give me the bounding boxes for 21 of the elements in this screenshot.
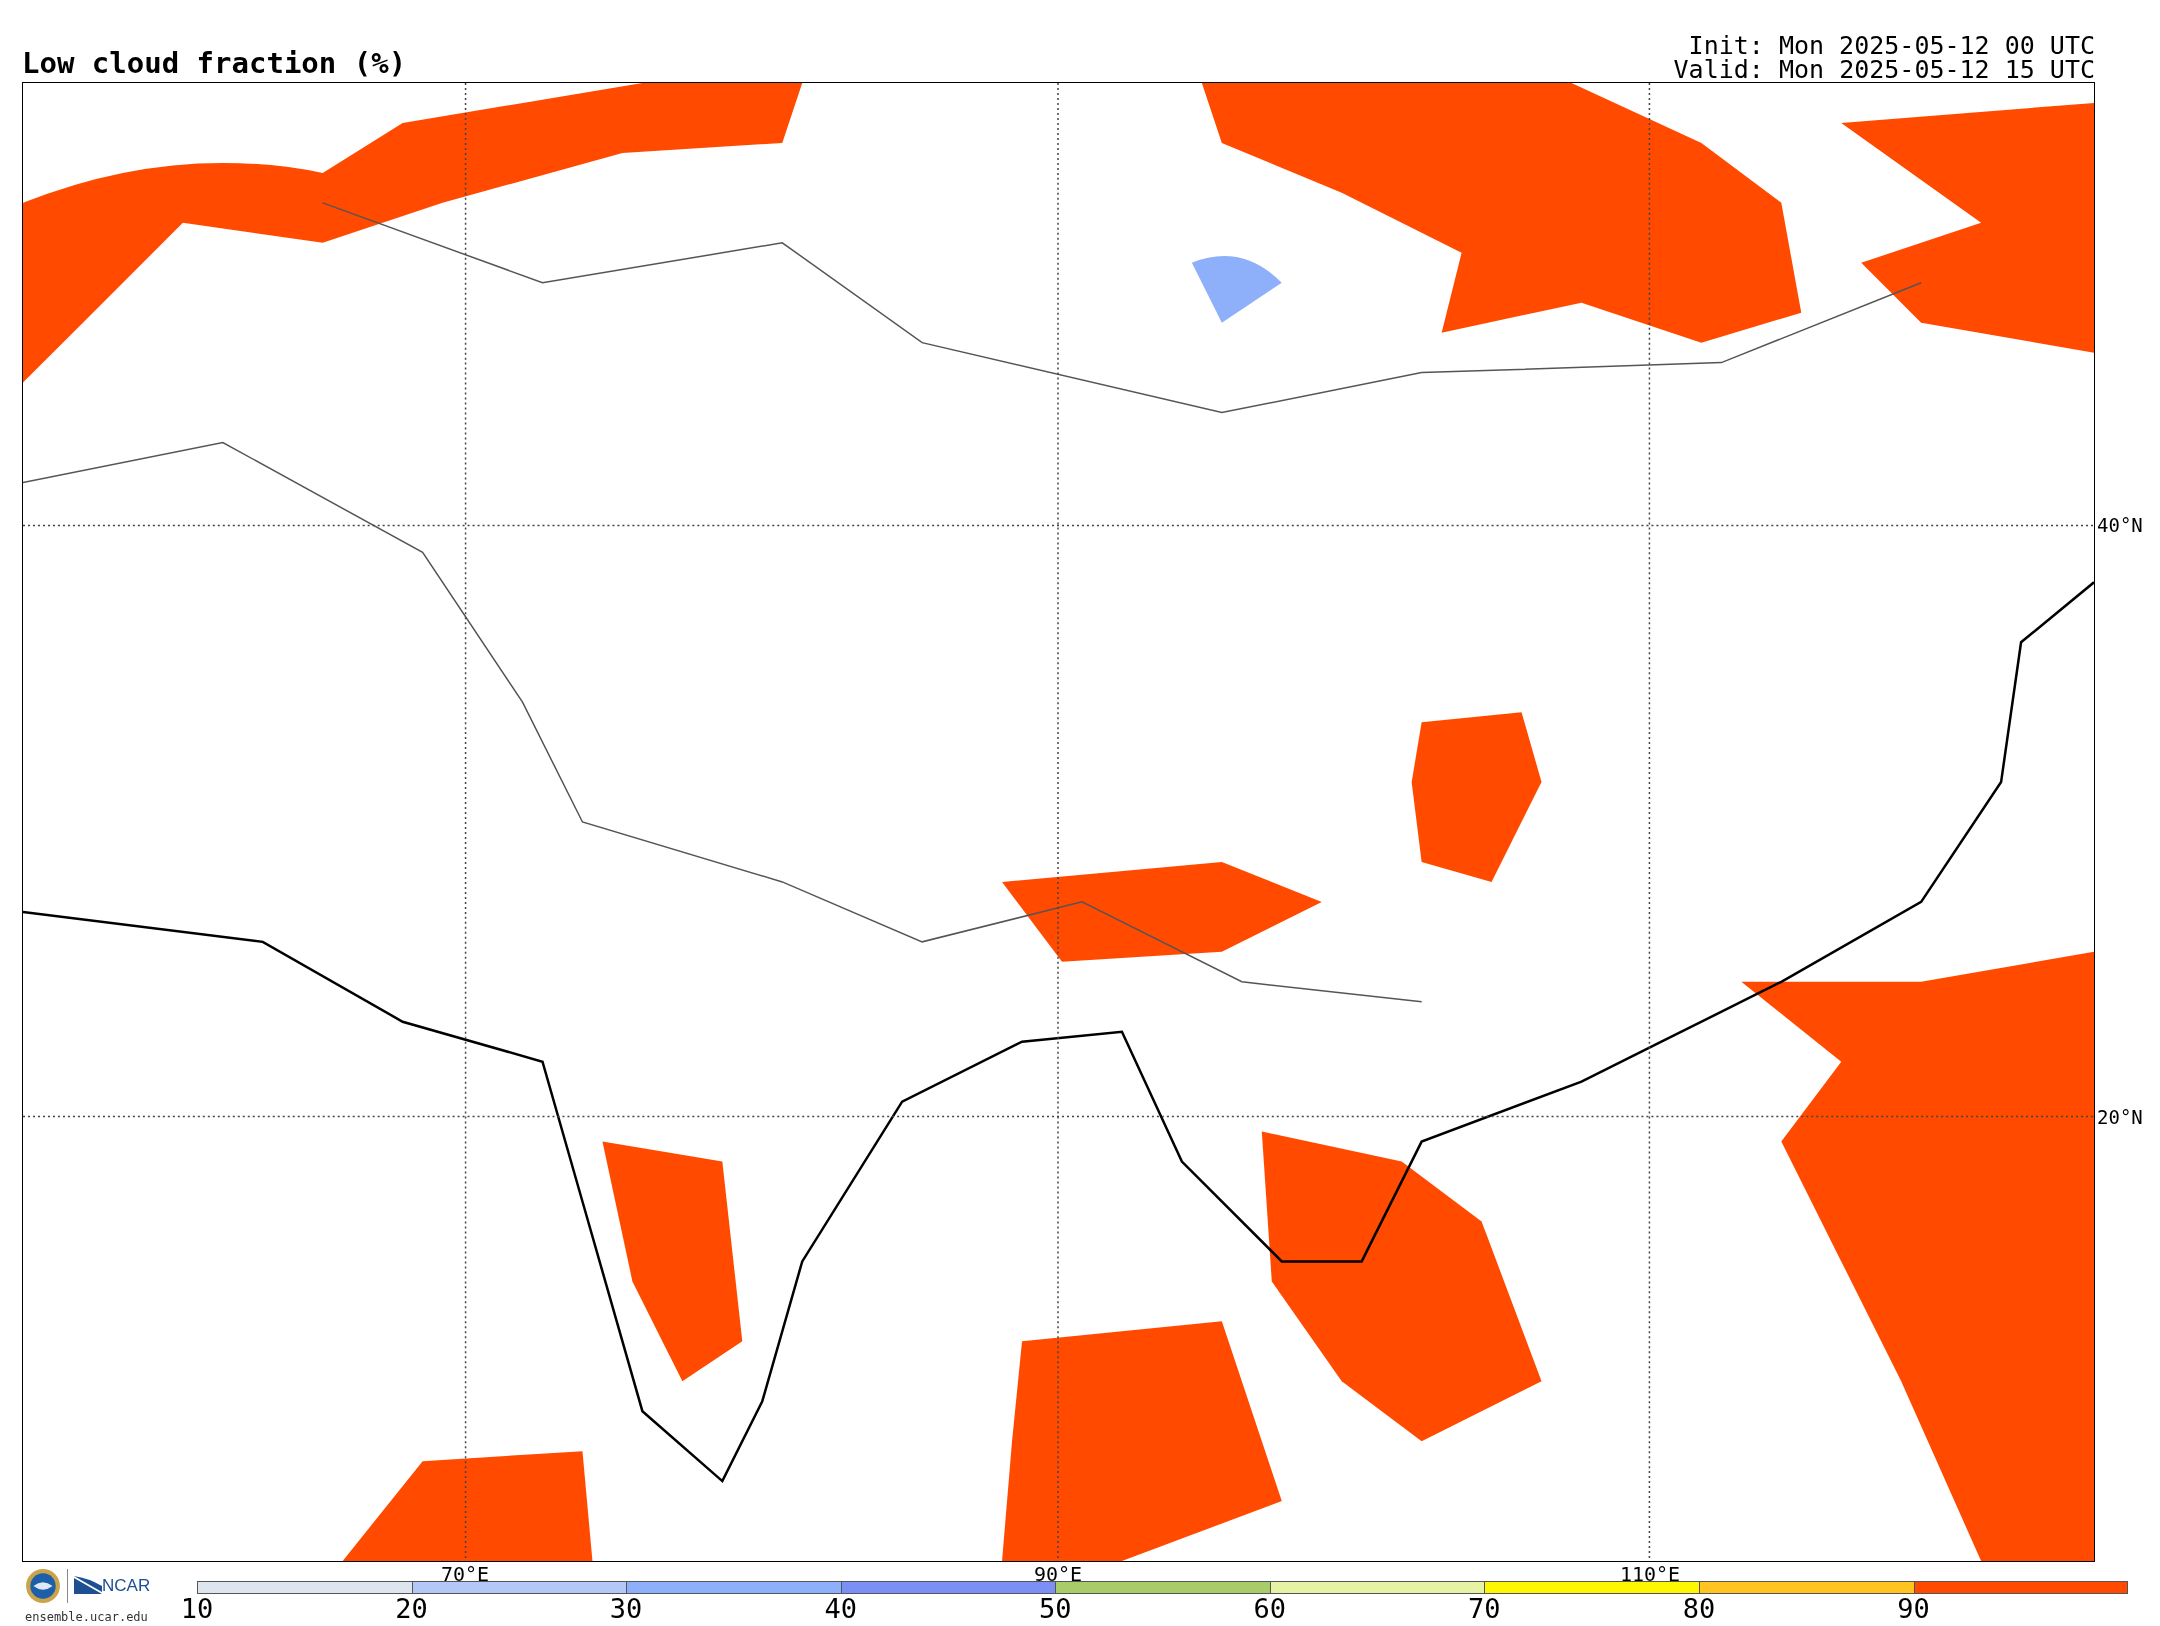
longitude-label: 70°E — [440, 1564, 490, 1584]
ncar-logo-text: NCAR — [102, 1576, 151, 1596]
globe-logo-icon — [25, 1568, 61, 1604]
latitude-label: 40°N — [2097, 515, 2143, 535]
colorbar-tick-label: 30 — [609, 1594, 643, 1624]
longitude-label: 90°E — [1033, 1564, 1083, 1584]
latitude-label: 20°N — [2097, 1107, 2143, 1127]
site-url: ensemble.ucar.edu — [25, 1610, 148, 1624]
longitude-label: 110°E — [1619, 1564, 1681, 1584]
chart-title: Low cloud fraction (%) — [22, 46, 407, 80]
ncar-logo-icon — [74, 1576, 102, 1596]
valid-time: Valid: Mon 2025-05-12 15 UTC — [1673, 58, 2095, 82]
colorbar-tick-label: 50 — [1039, 1594, 1072, 1624]
init-time: Init: Mon 2025-05-12 00 UTC — [1688, 34, 2095, 58]
colorbar-tick-label: 90 — [1897, 1594, 1930, 1624]
colorbar-tick-label: 80 — [1682, 1594, 1716, 1624]
colorbar-tick-label: 10 — [180, 1594, 214, 1624]
colorbar-tick-label: 60 — [1253, 1594, 1287, 1624]
colorbar-tick-label: 20 — [395, 1594, 428, 1624]
colorbar-tick-label: 40 — [824, 1594, 857, 1624]
colorbar-tick-label: 70 — [1468, 1594, 1501, 1624]
